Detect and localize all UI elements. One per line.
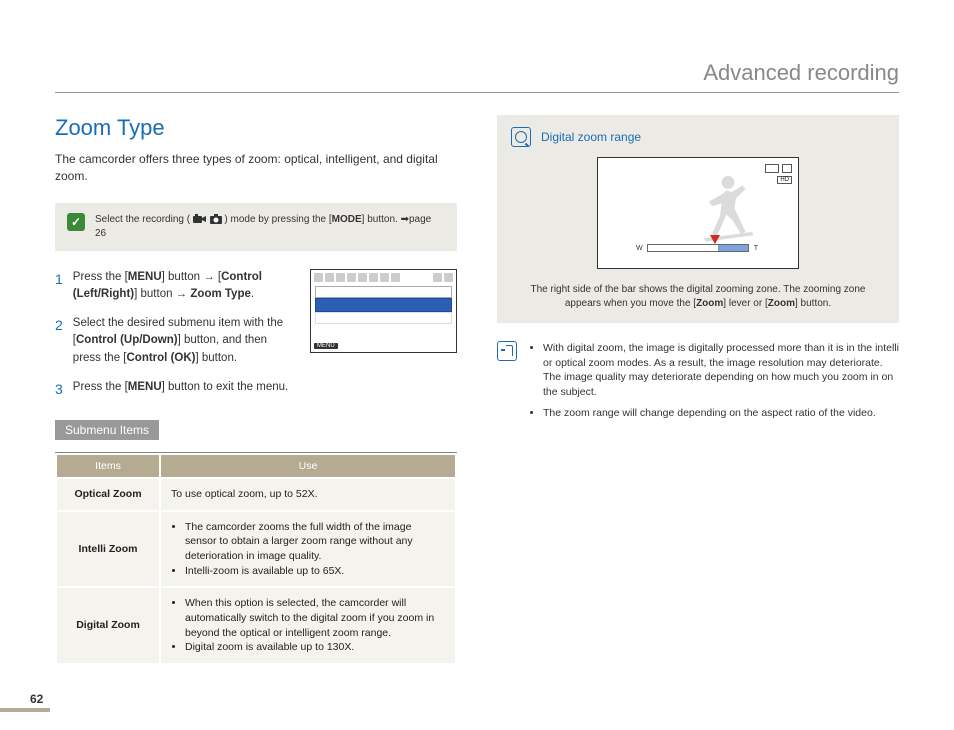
step-number: 1 bbox=[55, 269, 63, 304]
mode-note-text: Select the recording ( ) mode by pressin… bbox=[95, 213, 445, 241]
check-icon: ✓ bbox=[67, 213, 85, 231]
range-lcd-mock: HD bbox=[597, 157, 799, 269]
video-mode-icon bbox=[193, 214, 207, 224]
manual-page: Advanced recording Zoom Type The camcord… bbox=[0, 0, 954, 730]
step-2: 2 Select the desired submenu item with t… bbox=[55, 315, 298, 367]
step-number: 2 bbox=[55, 315, 63, 367]
digital-zoom-zone bbox=[718, 245, 748, 251]
item-use: To use optical zoom, up to 52X. bbox=[160, 478, 456, 511]
header-divider bbox=[55, 92, 899, 93]
page-number-accent bbox=[0, 708, 50, 712]
table-row: Intelli Zoom The camcorder zooms the ful… bbox=[56, 511, 456, 588]
left-column: Zoom Type The camcorder offers three typ… bbox=[55, 115, 457, 665]
item-name: Digital Zoom bbox=[56, 587, 160, 664]
skateboarder-silhouette bbox=[688, 168, 768, 248]
note-mode-bold: MODE bbox=[332, 214, 362, 225]
right-column: Digital zoom range HD bbox=[497, 115, 899, 665]
lcd-top-icons bbox=[314, 273, 453, 283]
section-intro: The camcorder offers three types of zoom… bbox=[55, 151, 457, 185]
item-name: Intelli Zoom bbox=[56, 511, 160, 588]
col-use: Use bbox=[160, 454, 456, 478]
info-bullets: With digital zoom, the image is digitall… bbox=[529, 341, 899, 426]
step-text: Press the [MENU] button to exit the menu… bbox=[73, 379, 288, 400]
info-bullet: The zoom range will change depending on … bbox=[543, 406, 899, 421]
photo-mode-icon bbox=[210, 214, 222, 224]
section-title: Zoom Type bbox=[55, 115, 457, 141]
step-3: 3 Press the [MENU] button to exit the me… bbox=[55, 379, 298, 400]
note-icon bbox=[497, 341, 517, 361]
step-number: 3 bbox=[55, 379, 63, 400]
item-name: Optical Zoom bbox=[56, 478, 160, 511]
lcd-selected-row bbox=[315, 298, 452, 312]
table-header-row: Items Use bbox=[56, 454, 456, 478]
range-title: Digital zoom range bbox=[541, 130, 641, 144]
item-use: The camcorder zooms the full width of th… bbox=[160, 511, 456, 588]
mode-note-box: ✓ Select the recording ( ) mode by press… bbox=[55, 203, 457, 251]
step-1: 1 Press the [MENU] button → [Control (Le… bbox=[55, 269, 298, 304]
digital-zoom-range-box: Digital zoom range HD bbox=[497, 115, 899, 323]
zoom-pointer-icon bbox=[710, 235, 720, 244]
col-items: Items bbox=[56, 454, 160, 478]
note-prefix: Select the recording ( bbox=[95, 214, 193, 225]
note-suffix: ) mode by pressing the [ bbox=[224, 214, 331, 225]
hd-icon: HD bbox=[777, 176, 792, 184]
step-text: Select the desired submenu item with the… bbox=[73, 315, 298, 367]
steps-list: 1 Press the [MENU] button → [Control (Le… bbox=[55, 269, 298, 412]
card-icon bbox=[782, 164, 792, 173]
range-caption: The right side of the bar shows the digi… bbox=[511, 283, 885, 311]
item-use: When this option is selected, the camcor… bbox=[160, 587, 456, 664]
magnifier-icon bbox=[511, 127, 531, 147]
table-row: Optical Zoom To use optical zoom, up to … bbox=[56, 478, 456, 511]
lcd-mock: MENU bbox=[310, 269, 457, 353]
page-number: 62 bbox=[30, 692, 43, 706]
page-header: Advanced recording bbox=[703, 60, 899, 86]
lcd-menu-label: MENU bbox=[314, 343, 338, 349]
submenu-heading: Submenu Items bbox=[55, 420, 159, 440]
battery-icon bbox=[765, 164, 779, 173]
info-bullet: With digital zoom, the image is digitall… bbox=[543, 341, 899, 400]
step-text: Press the [MENU] button → [Control (Left… bbox=[73, 269, 298, 304]
submenu-table: Items Use Optical Zoom To use optical zo… bbox=[55, 453, 457, 665]
info-note: With digital zoom, the image is digitall… bbox=[497, 341, 899, 426]
table-row: Digital Zoom When this option is selecte… bbox=[56, 587, 456, 664]
zoom-bar bbox=[647, 244, 749, 252]
